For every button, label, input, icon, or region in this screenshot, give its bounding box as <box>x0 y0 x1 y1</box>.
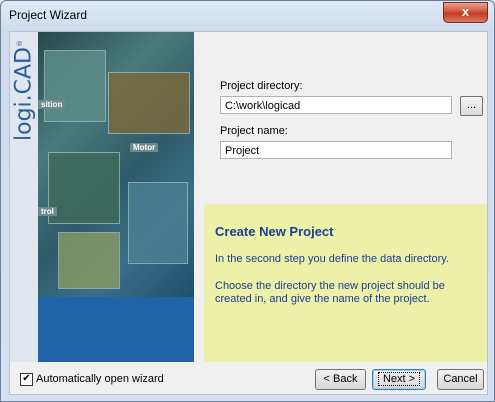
banner-photo-collage: sition Motor trol <box>38 32 194 297</box>
photo-tile <box>128 182 188 264</box>
close-icon: x <box>461 4 470 19</box>
wizard-body: logi.CAD® sition Motor trol Project dire… <box>9 31 488 395</box>
cancel-button[interactable]: Cancel <box>437 369 484 390</box>
project-form: Project directory: C:\work\logicad ... P… <box>206 32 487 204</box>
info-title: Create New Project <box>215 224 334 239</box>
logo-strip: logi.CAD® <box>10 32 38 362</box>
logicad-logo: logi.CAD® <box>11 40 37 141</box>
auto-open-label[interactable]: Automatically open wizard <box>36 373 164 385</box>
title-bar: Project Wizard x <box>1 1 494 30</box>
project-directory-label: Project directory: <box>220 80 303 92</box>
close-button[interactable]: x <box>443 2 488 23</box>
info-panel: Create New Project In the second step yo… <box>204 204 487 362</box>
wizard-banner: logi.CAD® sition Motor trol <box>10 32 194 362</box>
project-wizard-window: Project Wizard x logi.CAD® sition Motor … <box>0 0 495 402</box>
banner-bottom-band <box>38 297 194 362</box>
next-button[interactable]: Next > <box>372 369 426 390</box>
project-name-input[interactable]: Project <box>220 141 452 159</box>
photo-tile <box>108 72 190 134</box>
banner-tag: trol <box>38 207 57 216</box>
wizard-footer: ✔ Automatically open wizard < Back Next … <box>10 364 487 394</box>
banner-tag: Motor <box>130 143 159 152</box>
project-directory-input[interactable]: C:\work\logicad <box>220 96 452 114</box>
checkmark-icon: ✔ <box>22 373 31 384</box>
back-button[interactable]: < Back <box>315 369 366 390</box>
photo-tile <box>48 152 120 224</box>
photo-tile <box>58 232 120 289</box>
window-title: Project Wizard <box>9 8 88 22</box>
next-button-label: Next > <box>377 372 421 386</box>
banner-tag: sition <box>38 100 66 109</box>
auto-open-checkbox[interactable]: ✔ <box>20 373 33 386</box>
project-name-label: Project name: <box>220 125 288 137</box>
browse-button[interactable]: ... <box>460 96 483 116</box>
info-text: Choose the directory the new project sho… <box>215 280 445 305</box>
info-text: In the second step you define the data d… <box>215 253 450 265</box>
photo-tile <box>44 50 106 122</box>
